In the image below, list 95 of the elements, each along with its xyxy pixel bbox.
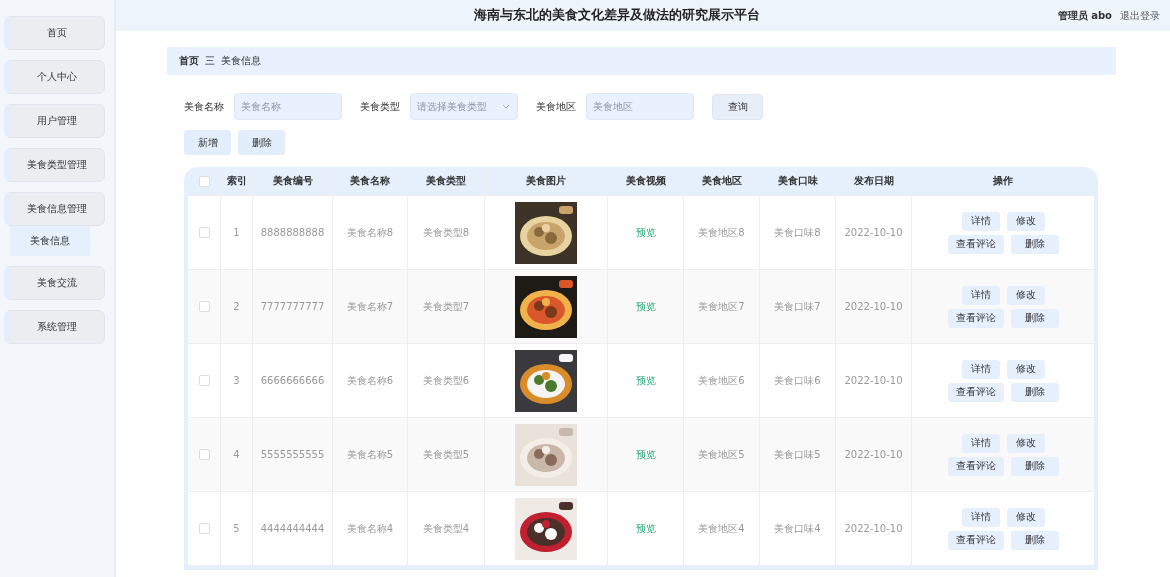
table-cell: 美食名称8 — [346, 225, 394, 240]
table-cell: 2 — [233, 301, 240, 312]
action-button[interactable]: 修改 — [1006, 211, 1045, 231]
table-cell: 美食口味6 — [774, 373, 821, 388]
sidebar-item[interactable]: 美食交流 — [4, 266, 105, 300]
column-header: 美食地区 — [701, 174, 742, 188]
column-header: 美食编号 — [272, 174, 313, 188]
checkbox[interactable] — [198, 449, 210, 460]
checkbox[interactable] — [198, 175, 210, 187]
table-cell: 3 — [233, 375, 240, 386]
table-cell: 2022-10-10 — [844, 449, 903, 460]
action-button[interactable]: 详情 — [961, 211, 1000, 231]
checkbox[interactable] — [198, 301, 210, 312]
table-cell: 美食地区7 — [698, 299, 745, 314]
table-cell: 2022-10-10 — [844, 523, 903, 534]
action-button[interactable]: 删除 — [1010, 530, 1059, 550]
action-button[interactable]: 删除 — [1010, 456, 1059, 476]
table-cell: 7777777777 — [260, 301, 325, 312]
type-select[interactable]: 请选择美食类型 — [410, 93, 518, 120]
sidebar-item[interactable]: 用户管理 — [4, 104, 105, 138]
input-field[interactable]: 美食地区 — [586, 93, 694, 120]
table-cell: 美食名称4 — [346, 521, 394, 536]
table-cell: 4444444444 — [260, 523, 325, 534]
table-cell: 美食名称5 — [346, 447, 394, 462]
action-button[interactable]: 删除 — [1010, 382, 1059, 402]
table-cell: 美食名称6 — [346, 373, 394, 388]
breadcrumb-link[interactable]: 首页 — [179, 54, 199, 68]
field-label: 美食名称 — [184, 99, 224, 114]
table-cell: 8888888888 — [260, 227, 325, 238]
action-button[interactable]: 删除 — [1010, 234, 1059, 254]
table-cell: 美食类型8 — [422, 225, 470, 240]
table-cell: 美食类型4 — [422, 521, 470, 536]
table-cell: 美食口味5 — [774, 447, 821, 462]
action-button[interactable]: 详情 — [961, 359, 1000, 379]
table-cell: 2022-10-10 — [844, 375, 903, 386]
delete-button[interactable]: 删除 — [238, 130, 285, 155]
table-cell: 美食名称7 — [346, 299, 394, 314]
action-button[interactable]: 删除 — [1010, 308, 1059, 328]
column-header: 美食口味 — [777, 174, 818, 188]
action-button[interactable]: 查看评论 — [947, 456, 1004, 476]
sidebar-item[interactable]: 个人中心 — [4, 60, 105, 94]
add-button[interactable]: 新增 — [184, 130, 231, 155]
action-button[interactable]: 详情 — [961, 285, 1000, 305]
column-header: 操作 — [992, 174, 1013, 188]
action-button[interactable]: 详情 — [961, 433, 1000, 453]
table-cell: 5555555555 — [260, 449, 325, 460]
checkbox[interactable] — [198, 523, 210, 534]
table-cell: 美食类型6 — [422, 373, 470, 388]
action-button[interactable]: 查看评论 — [947, 308, 1004, 328]
action-button[interactable]: 查看评论 — [947, 234, 1004, 254]
table-cell: 美食口味4 — [774, 521, 821, 536]
action-button[interactable]: 查看评论 — [947, 382, 1004, 402]
action-button[interactable]: 修改 — [1006, 433, 1045, 453]
column-header: 美食类型 — [426, 174, 466, 188]
table-cell: 美食类型7 — [422, 299, 470, 314]
field-label: 美食类型 — [360, 99, 400, 114]
checkbox[interactable] — [198, 227, 210, 238]
column-header: 发布日期 — [853, 174, 894, 188]
column-header: 索引 — [226, 174, 247, 188]
table-cell: 6666666666 — [260, 375, 325, 386]
column-header: 美食图片 — [526, 174, 566, 188]
sidebar-subitem[interactable]: 美食信息 — [10, 226, 90, 256]
action-button[interactable]: 修改 — [1006, 359, 1045, 379]
table-cell: 2022-10-10 — [844, 301, 903, 312]
table-cell: 美食地区5 — [698, 447, 745, 462]
sidebar-item[interactable]: 首页 — [4, 16, 105, 50]
table-cell: 4 — [233, 449, 240, 460]
table-cell: 美食地区4 — [698, 521, 745, 536]
table-cell: 美食口味7 — [774, 299, 821, 314]
field-label: 美食地区 — [536, 99, 576, 114]
search-button[interactable]: 查询 — [712, 93, 763, 120]
column-header: 美食名称 — [350, 174, 390, 188]
action-button[interactable]: 修改 — [1006, 285, 1045, 305]
checkbox[interactable] — [198, 375, 210, 386]
column-header: 美食视频 — [625, 174, 666, 188]
table-cell: 美食地区8 — [698, 225, 745, 240]
user-label: 管理员 abo — [1057, 8, 1112, 23]
breadcrumb-item: 美食信息 — [221, 54, 261, 68]
action-button[interactable]: 修改 — [1006, 507, 1045, 527]
chevron-down-icon — [502, 104, 510, 109]
table-cell: 5 — [233, 523, 240, 534]
sidebar-item[interactable]: 美食信息管理 — [4, 192, 105, 226]
action-button[interactable]: 详情 — [961, 507, 1000, 527]
action-button[interactable]: 查看评论 — [947, 530, 1004, 550]
page-title: 海南与东北的美食文化差异及做法的研究展示平台 — [472, 7, 761, 24]
sidebar-item[interactable]: 系统管理 — [4, 310, 105, 344]
breadcrumb-separator: 三 — [205, 54, 215, 68]
input-field[interactable]: 美食名称 — [234, 93, 342, 120]
table-cell: 2022-10-10 — [844, 227, 903, 238]
table-cell: 美食地区6 — [698, 373, 745, 388]
table-cell: 美食类型5 — [422, 447, 470, 462]
table-cell: 美食口味8 — [774, 225, 821, 240]
sidebar-item[interactable]: 美食类型管理 — [4, 148, 105, 182]
logout-link[interactable]: 退出登录 — [1120, 8, 1160, 23]
table-cell: 1 — [233, 227, 240, 238]
